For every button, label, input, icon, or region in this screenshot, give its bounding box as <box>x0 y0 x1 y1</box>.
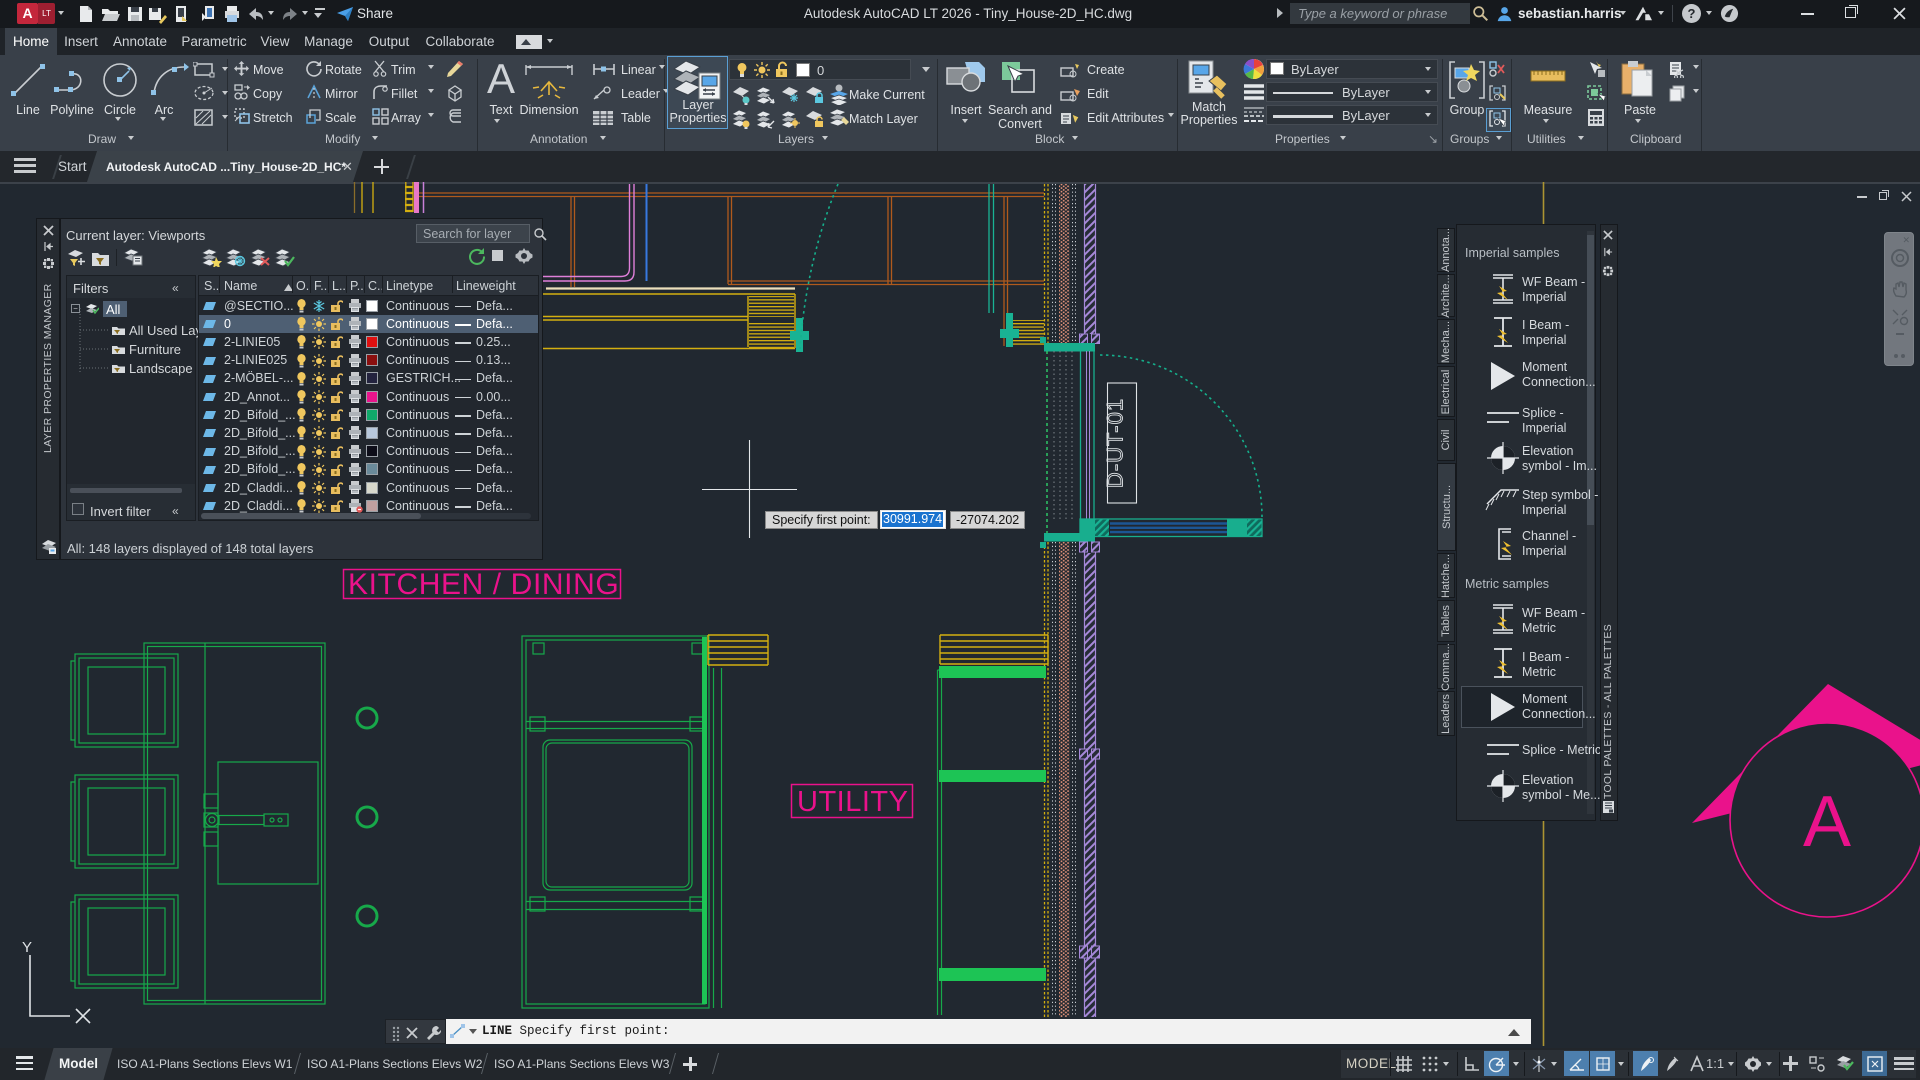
svg-text:D-UT-01: D-UT-01 <box>1103 398 1128 488</box>
svg-text:KITCHEN / DINING: KITCHEN / DINING <box>348 568 619 601</box>
svg-text:Y: Y <box>22 939 32 956</box>
svg-text:A: A <box>1803 782 1851 862</box>
svg-text:UTILITY: UTILITY <box>797 786 908 818</box>
